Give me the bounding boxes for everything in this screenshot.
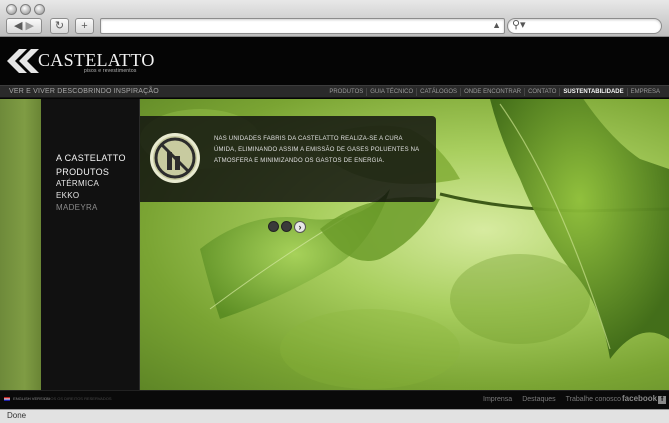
reload-icon: ↻ <box>54 20 65 32</box>
window-close-button[interactable] <box>6 4 17 15</box>
info-caption-box: Nas unidades fabris da Castelatto realiz… <box>140 116 436 202</box>
nav-item-empresa[interactable]: Empresa <box>626 88 663 96</box>
nav-item-catalogos[interactable]: Catálogos <box>416 88 460 96</box>
facebook-label[interactable]: facebook <box>622 394 657 403</box>
sidebar-item-madeyra[interactable]: Madeyra <box>56 203 98 212</box>
left-background-strip <box>0 99 41 390</box>
search-field[interactable]: ⚲▾ <box>507 18 662 34</box>
facebook-icon[interactable]: f <box>658 396 667 404</box>
facebook-link[interactable]: facebook f <box>622 394 667 404</box>
window-minimize-button[interactable] <box>20 4 31 15</box>
browser-toolbar: ◀ ▶ ↻ + ▲ ⚲▾ <box>0 0 669 37</box>
footer-link-trabalhe-conosco[interactable]: Trabalhe conosco <box>566 396 621 403</box>
browser-status-bar: Done <box>0 409 669 423</box>
nav-item-sustentabilidade[interactable]: Sustentabilidade <box>559 88 626 96</box>
add-bookmark-button[interactable]: + <box>75 18 94 34</box>
brand-subtitle: pisos e revestimentos <box>84 68 137 74</box>
site-footer: English version Todos os direitos reserv… <box>0 390 669 409</box>
back-forward-buttons[interactable]: ◀ ▶ <box>6 18 42 34</box>
sidebar-item-produtos[interactable]: Produtos <box>56 167 109 177</box>
slide-pagination: › <box>268 221 306 233</box>
sidebar-item-atermica[interactable]: Atérmica <box>56 179 99 188</box>
url-dropdown-icon[interactable]: ▲ <box>492 20 501 30</box>
sidebar-item-ekko[interactable]: Ekko <box>56 191 79 200</box>
info-caption-text: Nas unidades fabris da Castelatto realiz… <box>214 136 420 164</box>
reload-button[interactable]: ↻ <box>50 18 69 34</box>
slide-dot-2[interactable] <box>281 221 292 232</box>
us-flag-icon <box>4 396 10 401</box>
footer-links: Imprensa Destaques Trabalhe conosco <box>483 396 621 403</box>
site-header: CASTELATTO pisos e revestimentos <box>0 37 669 85</box>
sidebar-item-a-castelatto[interactable]: A Castelatto <box>56 153 126 163</box>
status-text: Done <box>7 411 27 420</box>
slide-dot-1[interactable] <box>268 221 279 232</box>
back-arrow-icon[interactable]: ◀ <box>14 20 22 32</box>
nav-item-contato[interactable]: Contato <box>524 88 559 96</box>
web-page: CASTELATTO pisos e revestimentos Ver e v… <box>0 37 669 409</box>
main-menu-bar: Ver e viver descobrindo inspiração Produ… <box>0 85 669 98</box>
window-zoom-button[interactable] <box>34 4 45 15</box>
no-smokestack-icon <box>150 133 200 183</box>
sidebar-nav: A Castelatto Produtos Atérmica Ekko Made… <box>41 99 140 390</box>
nav-item-guia-tecnico[interactable]: Guia Técnico <box>366 88 416 96</box>
forward-arrow-icon[interactable]: ▶ <box>26 20 34 32</box>
site-tagline: Ver e viver descobrindo inspiração <box>9 88 159 95</box>
next-slide-arrow-icon[interactable]: › <box>294 221 306 233</box>
plus-icon: + <box>81 20 88 32</box>
address-bar[interactable]: ▲ <box>100 18 505 34</box>
nav-item-produtos[interactable]: Produtos <box>326 88 366 96</box>
main-nav: Produtos Guia Técnico Catálogos Onde enc… <box>326 88 663 96</box>
footer-link-imprensa[interactable]: Imprensa <box>483 396 512 403</box>
copyright-text: Todos os direitos reservados <box>42 396 112 401</box>
nav-item-onde-encontrar[interactable]: Onde encontrar <box>460 88 524 96</box>
search-icon[interactable]: ⚲▾ <box>512 18 526 31</box>
footer-link-destaques[interactable]: Destaques <box>522 396 555 403</box>
castelatto-logo-icon[interactable] <box>7 49 39 73</box>
